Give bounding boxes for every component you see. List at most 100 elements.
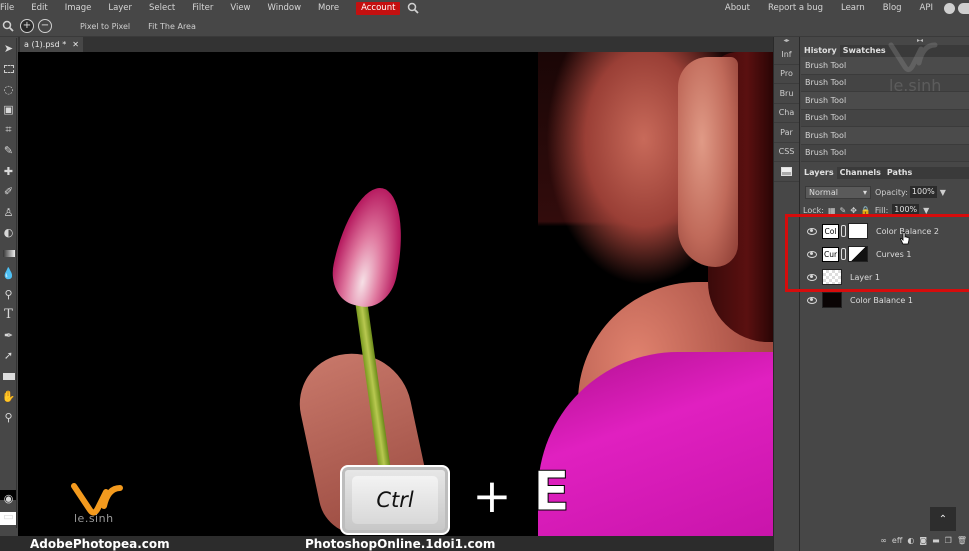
move-tool-icon[interactable]: ➤ (0, 38, 17, 59)
fill-label: Fill: (874, 205, 889, 215)
shape-tool-icon[interactable] (0, 366, 17, 387)
account-button[interactable]: Account (356, 1, 401, 15)
link-learn[interactable]: Learn (841, 3, 873, 13)
document-tab[interactable]: a (1).psd * ✕ (20, 37, 83, 52)
link-about[interactable]: About (725, 3, 758, 13)
layer-row[interactable]: Color Balance 1 (801, 289, 969, 311)
menu-edit[interactable]: Edit (31, 3, 55, 13)
quick-select-tool-icon[interactable]: ▣ (0, 100, 17, 121)
blend-mode-select[interactable]: Normal ▾ (805, 185, 871, 199)
side-tab-properties[interactable]: Pro (774, 65, 799, 84)
tab-layers[interactable]: Layers (801, 167, 837, 179)
menu-select[interactable]: Select (149, 3, 183, 13)
ctrl-key-graphic: Ctrl (340, 465, 450, 535)
crop-tool-icon[interactable]: ⌗ (0, 120, 17, 141)
blur-tool-icon[interactable]: 💧 (0, 264, 17, 285)
side-tab-image-icon[interactable] (774, 162, 799, 182)
fit-the-area-button[interactable]: Fit The Area (148, 22, 196, 31)
link-api[interactable]: API (920, 3, 941, 13)
tab-channels[interactable]: Channels (836, 167, 884, 179)
link-chain-icon[interactable] (841, 248, 846, 260)
side-tab-info[interactable]: Inf (774, 45, 799, 65)
visibility-eye-icon[interactable] (807, 227, 817, 235)
lock-transparency-icon[interactable]: ▦ (828, 206, 836, 215)
visibility-eye-icon[interactable] (807, 250, 817, 258)
side-tab-character[interactable]: Cha (774, 104, 799, 123)
side-tab-brush[interactable]: Bru (774, 84, 799, 104)
close-tab-icon[interactable]: ✕ (72, 40, 79, 49)
layer-effects-icon[interactable]: eff (892, 536, 902, 545)
chevron-down-icon: ▾ (862, 187, 867, 197)
type-tool-icon[interactable]: T (0, 305, 17, 326)
facebook-icon[interactable] (958, 2, 969, 14)
link-layers-icon[interactable]: ∞ (880, 536, 887, 545)
menu-window[interactable]: Window (268, 3, 310, 13)
layer-name: Layer 1 (850, 272, 880, 282)
adjustment-layer-icon[interactable]: ◐ (907, 536, 914, 545)
pen-tool-icon[interactable]: ✒ (0, 325, 17, 346)
menu-image[interactable]: Image (65, 3, 100, 13)
clone-stamp-tool-icon[interactable]: ♙ (0, 202, 17, 223)
link-report-bug[interactable]: Report a bug (768, 3, 831, 13)
search-icon[interactable] (407, 2, 420, 14)
marquee-tool-icon[interactable] (0, 59, 17, 80)
lock-paint-icon[interactable]: ✎ (840, 206, 847, 215)
right-panel: le.sinh ▸◂ History Swatches Brush Tool B… (801, 37, 969, 551)
fill-input[interactable]: 100% (892, 204, 920, 216)
pixel-to-pixel-button[interactable]: Pixel to Pixel (80, 22, 130, 31)
link-blog[interactable]: Blog (883, 3, 910, 13)
side-tab-paragraph[interactable]: Par (774, 123, 799, 143)
layer-name: Color Balance 1 (850, 295, 913, 305)
side-tab-css[interactable]: CSS (774, 143, 799, 162)
layer-row[interactable]: Col Color Balance 2 (801, 220, 969, 242)
lock-all-icon[interactable]: 🔒 (861, 206, 871, 215)
visibility-eye-icon[interactable] (807, 296, 817, 304)
collapse-arrows-icon[interactable]: ◂▸ (774, 37, 799, 45)
zoom-in-button[interactable]: + (20, 19, 34, 33)
photopea-app: File Edit Image Layer Select Filter View… (0, 0, 969, 551)
opacity-input[interactable]: 100% (909, 186, 937, 198)
dodge-tool-icon[interactable]: ⚲ (0, 284, 17, 305)
opacity-dropdown-icon[interactable]: ▼ (940, 188, 946, 197)
visibility-eye-icon[interactable] (807, 273, 817, 281)
menu-filter[interactable]: Filter (192, 3, 221, 13)
zoom-out-button[interactable]: − (38, 19, 52, 33)
history-item[interactable]: Brush Tool (801, 109, 969, 127)
plus-sign-graphic: + (470, 467, 514, 525)
lasso-tool-icon[interactable]: ◌ (0, 79, 17, 100)
eyedropper-tool-icon[interactable]: ✎ (0, 141, 17, 162)
menu-file[interactable]: File (0, 3, 22, 13)
scroll-to-top-button[interactable]: ⌃ (930, 507, 956, 531)
ctrl-key-label: Ctrl (376, 488, 414, 512)
screen-mode-icon[interactable]: ▭ (0, 506, 17, 527)
history-item[interactable]: Brush Tool (801, 127, 969, 145)
path-select-tool-icon[interactable]: ➚ (0, 346, 17, 367)
menu-more[interactable]: More (318, 3, 347, 13)
twitter-icon[interactable] (944, 2, 955, 14)
menu-layer[interactable]: Layer (108, 3, 140, 13)
delete-layer-icon[interactable]: 🗑 (957, 536, 967, 545)
layer-row[interactable]: Cur Curves 1 (801, 243, 969, 265)
lock-position-icon[interactable]: ✥ (850, 206, 857, 215)
tab-swatches[interactable]: Swatches (839, 45, 889, 57)
brush-tool-icon[interactable]: ✐ (0, 182, 17, 203)
tab-paths[interactable]: Paths (883, 167, 916, 179)
link-chain-icon[interactable] (841, 225, 846, 237)
menu-view[interactable]: View (230, 3, 258, 13)
gradient-tool-icon[interactable] (0, 243, 17, 264)
layer-mask-thumbnail (848, 246, 868, 262)
new-group-icon[interactable]: ▬ (932, 536, 940, 545)
healing-brush-tool-icon[interactable]: ✚ (0, 161, 17, 182)
canvas[interactable]: le.sinh Ctrl + E (18, 52, 773, 536)
zoom-tool-icon[interactable]: ⚲ (0, 407, 17, 428)
history-item[interactable]: Brush Tool (801, 144, 969, 162)
new-layer-icon[interactable]: ❐ (945, 536, 952, 545)
tools-panel: ➤ ◌ ▣ ⌗ ✎ ✚ ✐ ♙ ◐ 💧 ⚲ T ✒ ➚ ✋ ⚲ ◉ ▭ (0, 38, 17, 528)
hand-tool-icon[interactable]: ✋ (0, 387, 17, 408)
tab-history[interactable]: History (801, 45, 840, 57)
lock-label: Lock: (803, 205, 824, 215)
fill-dropdown-icon[interactable]: ▼ (923, 206, 929, 215)
eraser-tool-icon[interactable]: ◐ (0, 223, 17, 244)
add-mask-icon[interactable]: ◙ (919, 536, 927, 545)
layer-row[interactable]: Layer 1 (801, 266, 969, 288)
